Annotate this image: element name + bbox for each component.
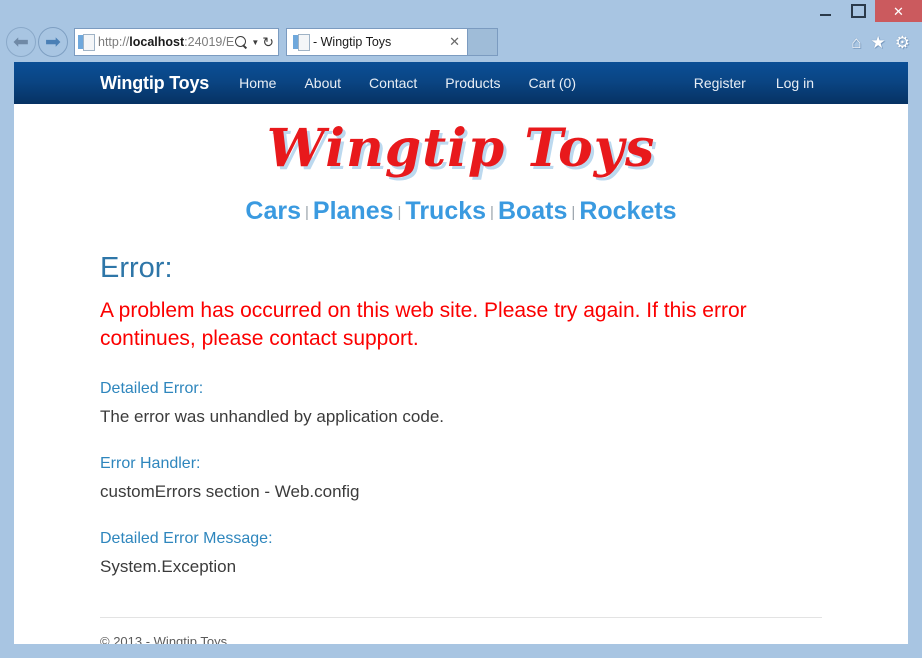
address-bar[interactable]: http://localhost:24019/Err ▼ ↻	[74, 28, 279, 56]
navigation-buttons: ⬅ ➡	[6, 27, 68, 57]
error-heading: Error:	[100, 252, 173, 284]
category-links: Cars | Planes | Trucks | Boats | Rockets	[88, 185, 834, 230]
forward-button[interactable]: ➡	[38, 27, 68, 57]
nav-link-cart[interactable]: Cart (0)	[529, 75, 576, 91]
page-content: Wingtip Toys Cars | Planes | Trucks | Boats | Ro…	[14, 104, 908, 645]
maximize-button[interactable]	[842, 0, 875, 22]
nav-link-login[interactable]: Log in	[776, 75, 814, 91]
chevron-down-icon[interactable]: ▼	[251, 38, 259, 47]
detail-value: The error was unhandled by application c…	[100, 407, 444, 427]
tab-close-icon[interactable]: ✕	[446, 34, 463, 50]
new-tab-button[interactable]	[468, 28, 498, 56]
detail-label: Detailed Error:	[100, 380, 204, 398]
category-separator: |	[397, 204, 402, 221]
site-navigation-bar: Wingtip Toys Home About Contact Products…	[14, 62, 908, 104]
category-link-planes[interactable]: Planes	[313, 197, 394, 225]
window-titlebar: ✕	[0, 0, 922, 22]
error-detail-detailed-error: Detailed Error: The error was unhandled …	[100, 380, 834, 427]
category-separator: |	[305, 204, 309, 221]
footer-divider	[100, 617, 822, 619]
error-message: A problem has occurred on this web site.…	[100, 299, 747, 350]
browser-tab[interactable]: - Wingtip Toys ✕	[286, 28, 468, 56]
detail-label: Error Handler:	[100, 455, 201, 473]
browser-toolbar: ⬅ ➡ http://localhost:24019/Err ▼ ↻ - Win…	[0, 22, 922, 62]
settings-gear-icon[interactable]: ⚙	[895, 34, 910, 51]
page-viewport: Wingtip Toys Home About Contact Products…	[13, 62, 909, 645]
favorites-star-icon[interactable]: ★	[871, 34, 886, 51]
error-detail-detailed-error-message: Detailed Error Message: System.Exception	[100, 530, 834, 577]
category-separator: |	[490, 204, 494, 221]
category-link-trucks[interactable]: Trucks	[405, 197, 486, 225]
error-detail-error-handler: Error Handler: customErrors section - We…	[100, 455, 834, 502]
footer-copyright: © 2013 - Wingtip Toys	[100, 634, 228, 645]
category-link-boats[interactable]: Boats	[498, 197, 567, 225]
detail-label: Detailed Error Message:	[100, 530, 273, 548]
address-bar-text: http://localhost:24019/Err	[98, 29, 235, 55]
nav-link-register[interactable]: Register	[694, 75, 746, 91]
url-rest: :24019/Err	[184, 35, 235, 49]
tab-title: - Wingtip Toys	[313, 35, 392, 49]
close-button[interactable]: ✕	[875, 0, 922, 22]
browser-window: ✕ ⬅ ➡ http://localhost:24019/Err ▼ ↻ - W…	[0, 0, 922, 658]
detail-value: System.Exception	[100, 557, 237, 577]
detail-value: customErrors section - Web.config	[100, 482, 360, 502]
nav-link-home[interactable]: Home	[239, 75, 276, 91]
category-link-cars[interactable]: Cars	[245, 197, 301, 225]
search-icon[interactable]	[235, 35, 248, 49]
home-icon[interactable]: ⌂	[851, 34, 861, 51]
back-button[interactable]: ⬅	[6, 27, 36, 57]
nav-link-contact[interactable]: Contact	[369, 75, 417, 91]
site-logo[interactable]: Wingtip Toys	[88, 104, 834, 185]
category-link-rockets[interactable]: Rockets	[579, 197, 676, 225]
refresh-icon[interactable]: ↻	[262, 35, 274, 49]
minimize-button[interactable]	[809, 0, 842, 22]
nav-link-about[interactable]: About	[304, 75, 341, 91]
site-brand[interactable]: Wingtip Toys	[100, 73, 209, 94]
nav-link-products[interactable]: Products	[445, 75, 500, 91]
toolbar-icons: ⌂ ★ ⚙	[851, 34, 914, 51]
tab-favicon	[293, 33, 310, 51]
page-icon	[78, 33, 95, 51]
nav-account-links: Register Log in	[664, 75, 908, 91]
category-separator: |	[571, 204, 576, 221]
address-bar-icons: ▼ ↻	[235, 35, 274, 49]
url-scheme: http://	[98, 35, 130, 49]
url-host: localhost	[129, 35, 185, 49]
